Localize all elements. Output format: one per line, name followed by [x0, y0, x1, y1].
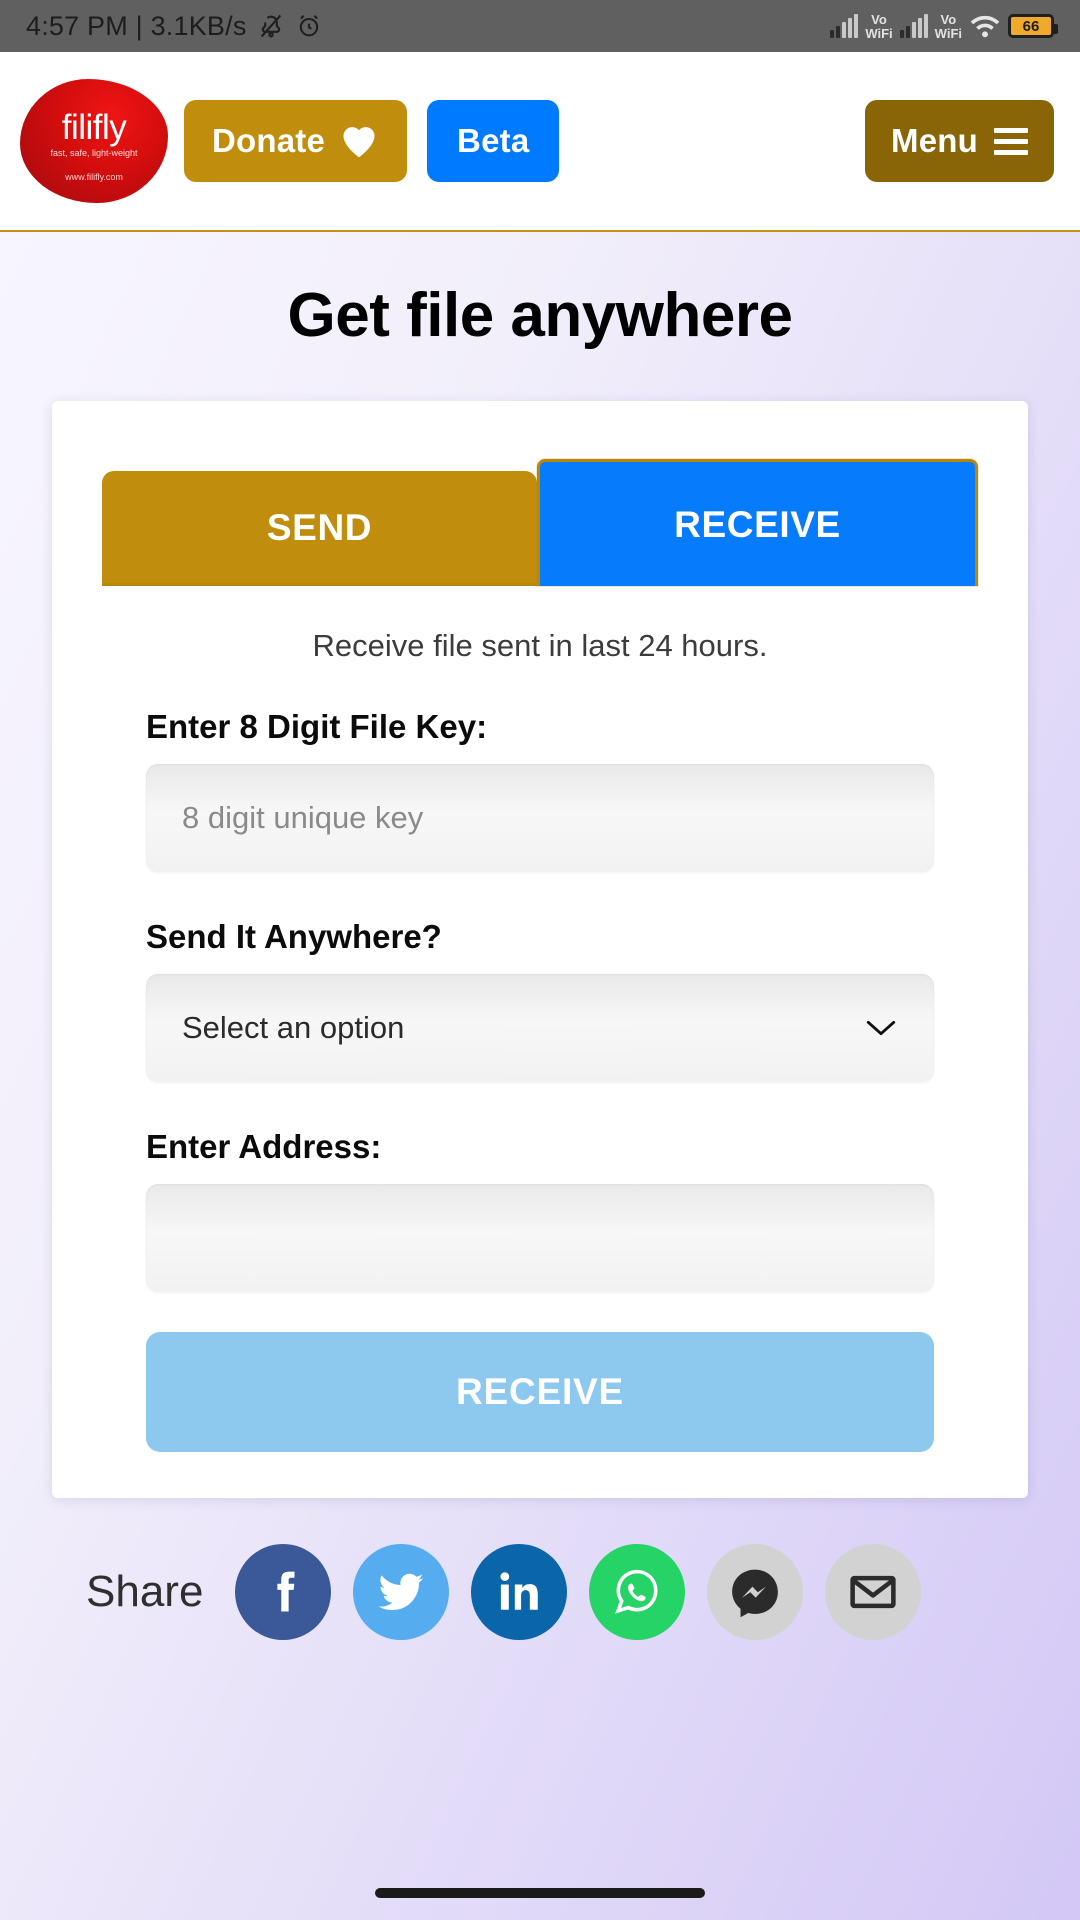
- tab-receive[interactable]: RECEIVE: [537, 459, 978, 586]
- address-label: Enter Address:: [146, 1128, 382, 1165]
- send-anywhere-select[interactable]: Select an option: [146, 974, 934, 1082]
- linkedin-icon: [494, 1567, 544, 1617]
- battery-icon: 66: [1008, 14, 1058, 38]
- hamburger-icon: [994, 127, 1028, 155]
- donate-button[interactable]: Donate: [184, 100, 408, 182]
- menu-button[interactable]: Menu: [865, 100, 1054, 182]
- linkedin-share-button[interactable]: [471, 1544, 568, 1640]
- status-bar-right: Vo WiFi Vo WiFi 66: [830, 11, 1058, 41]
- filifly-logo[interactable]: filifly fast, safe, light-weight www.fil…: [20, 79, 168, 203]
- logo-tagline: fast, safe, light-weight: [50, 148, 138, 158]
- signal-bars-icon-2: [899, 14, 928, 38]
- whatsapp-icon: [610, 1565, 664, 1619]
- heart-icon: [339, 123, 379, 159]
- donate-button-label: Donate: [212, 122, 326, 159]
- share-row: Share: [0, 1498, 1080, 1640]
- transfer-card: SEND RECEIVE Receive file sent in last 2…: [52, 401, 1028, 1498]
- whatsapp-share-button[interactable]: [589, 1544, 686, 1640]
- file-key-input[interactable]: [146, 764, 934, 872]
- messenger-share-button[interactable]: [707, 1544, 804, 1640]
- logo-url: www.filifly.com: [65, 172, 123, 182]
- menu-button-label: Menu: [891, 122, 978, 159]
- site-header: filifly fast, safe, light-weight www.fil…: [0, 52, 1080, 232]
- messenger-icon: [727, 1564, 783, 1620]
- tab-bar: SEND RECEIVE: [102, 459, 978, 586]
- volte-wifi-icon-2: Vo WiFi: [934, 11, 962, 41]
- facebook-icon: [257, 1566, 309, 1618]
- email-icon: [847, 1566, 899, 1618]
- wifi-icon: [969, 13, 1001, 39]
- beta-button[interactable]: Beta: [427, 100, 560, 182]
- logo-diamond-shape: filifly fast, safe, light-weight www.fil…: [20, 79, 168, 203]
- tab-send[interactable]: SEND: [102, 471, 537, 583]
- facebook-share-button[interactable]: [235, 1544, 332, 1640]
- share-label: Share: [86, 1567, 204, 1616]
- status-bar: 4:57 PM | 3.1KB/s Vo WiFi Vo WiFi 66: [0, 0, 1080, 52]
- volte-wifi-icon: Vo WiFi: [865, 11, 893, 41]
- send-anywhere-select-wrap[interactable]: Select an option: [146, 974, 934, 1082]
- file-key-label: Enter 8 Digit File Key:: [146, 708, 488, 745]
- page-title: Get file anywhere: [287, 281, 793, 350]
- status-bar-left: 4:57 PM | 3.1KB/s: [26, 11, 323, 42]
- alarm-clock-icon: [295, 12, 323, 40]
- home-indicator: [375, 1888, 705, 1898]
- twitter-icon: [374, 1565, 428, 1619]
- status-time-and-speed: 4:57 PM | 3.1KB/s: [26, 10, 247, 41]
- address-input[interactable]: [146, 1184, 934, 1292]
- panel-note: Receive file sent in last 24 hours.: [312, 628, 768, 663]
- receive-panel: Receive file sent in last 24 hours. Ente…: [102, 583, 978, 1452]
- page-body: Get file anywhere SEND RECEIVE Receive f…: [0, 232, 1080, 1920]
- receive-submit-button[interactable]: RECEIVE: [146, 1332, 934, 1452]
- email-share-button[interactable]: [825, 1544, 922, 1640]
- bell-off-icon: [257, 12, 285, 40]
- logo-wordmark: filifly: [61, 108, 127, 147]
- signal-bars-icon: [830, 14, 859, 38]
- send-anywhere-label: Send It Anywhere?: [146, 918, 442, 955]
- twitter-share-button[interactable]: [353, 1544, 450, 1640]
